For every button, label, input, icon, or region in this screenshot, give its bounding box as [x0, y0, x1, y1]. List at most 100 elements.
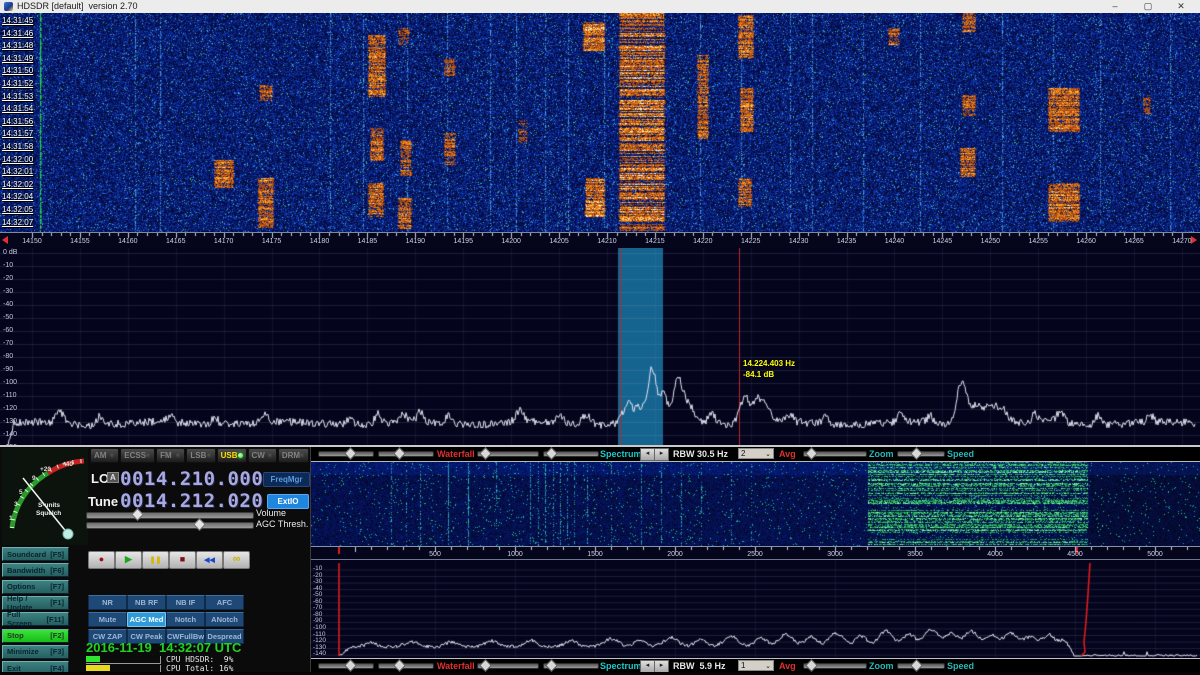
- function-button-key: [F1]: [50, 598, 64, 607]
- audio-freq-tick-label: 4500: [1067, 551, 1083, 558]
- af-spectrum-range-slider-thumb[interactable]: [545, 659, 558, 672]
- rf-zoom-slider[interactable]: [803, 451, 867, 457]
- rf-brightness-slider-thumb[interactable]: [344, 447, 357, 460]
- dsp-button-nr[interactable]: NR: [88, 595, 127, 610]
- function-button-options[interactable]: Options[F7]: [2, 580, 69, 594]
- function-button-bandwidth[interactable]: Bandwidth[F6]: [2, 563, 69, 577]
- af-contrast-slider[interactable]: [378, 663, 434, 669]
- af-spectrum-gain-slider-thumb[interactable]: [479, 659, 492, 672]
- af-speed-slider-thumb[interactable]: [910, 659, 923, 672]
- scale-left-arrow-icon[interactable]: [2, 236, 8, 244]
- tune-frequency-display[interactable]: 0014.212.020: [120, 490, 263, 512]
- rf-speed-slider-thumb[interactable]: [910, 447, 923, 460]
- db-label: -110: [3, 392, 17, 399]
- mode-led-icon: [146, 453, 151, 458]
- mode-label: AM: [94, 451, 106, 460]
- af-avg-select[interactable]: 1⌄: [738, 660, 774, 671]
- af-contrast-slider-thumb[interactable]: [393, 659, 406, 672]
- mode-label: DRM: [282, 451, 300, 460]
- audio-waterfall-canvas[interactable]: [311, 461, 1200, 546]
- mode-button-drm[interactable]: DRM: [278, 448, 309, 463]
- af-spectrum-gain-slider[interactable]: [477, 663, 539, 669]
- time-text: 14:32:07 UTC: [159, 640, 241, 655]
- lo-a-badge[interactable]: A: [107, 472, 119, 483]
- rewind-button[interactable]: ◀◀: [196, 551, 223, 569]
- function-button-stop[interactable]: Stop[F2]: [2, 629, 69, 643]
- minimize-icon[interactable]: –: [1108, 0, 1122, 12]
- rf-rbw-decrease-button[interactable]: ◂: [640, 448, 655, 461]
- smeter-scale-label: +40: [62, 461, 73, 468]
- rf-spectrum-range-slider[interactable]: [543, 451, 599, 457]
- timestamp-label: 14:31:45: [2, 16, 33, 25]
- play-button[interactable]: ▶: [115, 551, 142, 569]
- main-waterfall-canvas[interactable]: [0, 13, 1200, 232]
- mode-label: USB: [221, 451, 238, 460]
- mode-button-cw[interactable]: CW: [248, 448, 277, 463]
- rf-avg-value: 2: [741, 449, 745, 458]
- af-spectrum-range-slider[interactable]: [543, 663, 599, 669]
- dsp-button-afc[interactable]: AFC: [205, 595, 244, 610]
- rf-speed-slider[interactable]: [897, 451, 945, 457]
- function-button-minimize[interactable]: Minimize[F3]: [2, 645, 69, 659]
- mode-button-fm[interactable]: FM: [156, 448, 185, 463]
- rf-zoom-slider-thumb[interactable]: [805, 447, 818, 460]
- mode-button-ecss[interactable]: ECSS: [120, 448, 155, 463]
- maximize-icon[interactable]: ▢: [1141, 0, 1155, 12]
- freq-tick-label: 14245: [933, 238, 952, 245]
- function-button-full-screen[interactable]: Full Screen[F11]: [2, 612, 69, 626]
- audio-freq-tick-label: 2000: [667, 551, 683, 558]
- freq-tick-label: 14190: [406, 238, 425, 245]
- volume-label: Volume: [256, 508, 286, 518]
- cpu-hdsdr-text: CPU HDSDR: 9%: [166, 655, 233, 664]
- rf-avg-select[interactable]: 2⌄: [738, 448, 774, 459]
- close-icon[interactable]: ✕: [1174, 0, 1188, 12]
- rf-rbw-increase-button[interactable]: ▸: [654, 448, 669, 461]
- af-spectrum-label: Spectrum: [600, 661, 642, 671]
- audio-freq-tick-label: 3500: [907, 551, 923, 558]
- db-label: -40: [3, 301, 13, 308]
- record-button[interactable]: ●: [88, 551, 115, 569]
- title-bar[interactable]: HDSDR [default] version 2.70 – ▢ ✕: [0, 0, 1200, 14]
- af-brightness-slider[interactable]: [318, 663, 374, 669]
- audio-frequency-scale[interactable]: 500100015002000250030003500400045005000: [311, 546, 1200, 559]
- function-button-soundcard[interactable]: Soundcard[F5]: [2, 547, 69, 561]
- freqmgr-button[interactable]: FreqMgr: [263, 472, 310, 487]
- af-zoom-slider-thumb[interactable]: [805, 659, 818, 672]
- mode-button-lsb[interactable]: LSB: [186, 448, 215, 463]
- rf-brightness-slider[interactable]: [318, 451, 374, 457]
- function-button-help-update[interactable]: Help / Update[F1]: [2, 596, 69, 610]
- smeter-scale-label: +20: [40, 466, 51, 473]
- rf-contrast-slider-thumb[interactable]: [393, 447, 406, 460]
- dsp-button-nb-if[interactable]: NB IF: [166, 595, 205, 610]
- stop-button[interactable]: ■: [169, 551, 196, 569]
- rf-contrast-slider[interactable]: [378, 451, 434, 457]
- af-brightness-slider-thumb[interactable]: [344, 659, 357, 672]
- af-speed-slider[interactable]: [897, 663, 945, 669]
- dsp-button-notch[interactable]: Notch: [166, 612, 205, 627]
- rf-spectrum-gain-slider-thumb[interactable]: [479, 447, 492, 460]
- freq-tick-label: 14240: [885, 238, 904, 245]
- db-label: -30: [3, 288, 13, 295]
- pause-button[interactable]: ❚❚: [142, 551, 169, 569]
- dsp-button-anotch[interactable]: ANotch: [205, 612, 244, 627]
- audio-spectrum-canvas[interactable]: [311, 559, 1200, 658]
- frequency-scale[interactable]: 1415014155141601416514170141751418014185…: [0, 232, 1200, 249]
- loop-button[interactable]: ∞: [223, 551, 250, 569]
- mode-button-usb[interactable]: USB: [217, 448, 247, 463]
- rf-spectrum-range-slider-thumb[interactable]: [545, 447, 558, 460]
- agc-threshold-slider[interactable]: [86, 522, 254, 529]
- extio-button[interactable]: ExtIO: [267, 494, 309, 509]
- mode-led-icon: [238, 453, 243, 458]
- dsp-button-agc-med[interactable]: AGC Med: [127, 612, 166, 627]
- dsp-button-mute[interactable]: Mute: [88, 612, 127, 627]
- main-spectrum-canvas[interactable]: [0, 248, 1200, 447]
- mode-button-am[interactable]: AM: [90, 448, 119, 463]
- af-zoom-slider[interactable]: [803, 663, 867, 669]
- stop-icon: ■: [180, 554, 185, 564]
- scale-right-arrow-icon[interactable]: [1191, 236, 1197, 244]
- rf-spectrum-gain-slider[interactable]: [477, 451, 539, 457]
- function-button-label: Bandwidth: [7, 566, 45, 575]
- lo-frequency-display[interactable]: 0014.210.000: [120, 468, 263, 490]
- dsp-button-nb-rf[interactable]: NB RF: [127, 595, 166, 610]
- volume-slider[interactable]: [86, 512, 254, 519]
